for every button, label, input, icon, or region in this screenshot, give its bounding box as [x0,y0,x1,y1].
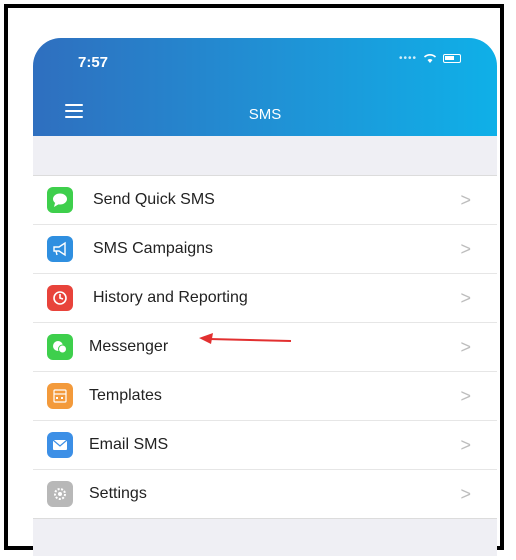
envelope-icon [47,432,73,458]
chevron-right-icon: > [460,385,471,406]
chevron-right-icon: > [460,434,471,455]
chevron-right-icon: > [460,336,471,357]
history-clock-icon [47,285,73,311]
chevron-right-icon: > [460,238,471,259]
phone-screen: 7:57 •••• SMS Send Quick SMS > SMS Campa… [33,38,497,556]
battery-icon [443,53,461,63]
chat-bubble-icon [47,187,73,213]
templates-icon [47,383,73,409]
status-icons: •••• [399,52,461,64]
menu-item-email-sms[interactable]: Email SMS > [33,421,497,470]
menu-item-sms-campaigns[interactable]: SMS Campaigns > [33,225,497,274]
chevron-right-icon: > [460,483,471,504]
menu-item-label: Templates [89,387,162,404]
menu-item-send-quick-sms[interactable]: Send Quick SMS > [33,176,497,225]
menu-item-history-and-reporting[interactable]: History and Reporting > [33,274,497,323]
app-header: 7:57 •••• SMS [33,38,497,136]
menu-item-label: Messenger [89,338,169,355]
gear-icon [47,481,73,507]
page-title: SMS [248,106,282,123]
menu-item-settings[interactable]: Settings > [33,470,497,518]
messenger-icon [47,334,73,360]
menu-item-label: Settings [89,485,147,502]
annotation-arrow-icon [199,333,292,344]
menu-item-messenger[interactable]: Messenger > [33,323,497,372]
chevron-right-icon: > [460,189,471,210]
sms-menu-list: Send Quick SMS > SMS Campaigns > History… [33,175,497,519]
menu-item-label: History and Reporting [93,289,248,306]
signal-icon: •••• [398,52,417,64]
menu-item-label: Email SMS [89,436,169,453]
wifi-icon [423,54,437,63]
chevron-right-icon: > [460,287,471,308]
menu-item-templates[interactable]: Templates > [33,372,497,421]
megaphone-icon [47,236,73,262]
menu-item-label: SMS Campaigns [93,240,214,257]
status-time: 7:57 [78,54,109,71]
menu-item-label: Send Quick SMS [93,191,215,208]
